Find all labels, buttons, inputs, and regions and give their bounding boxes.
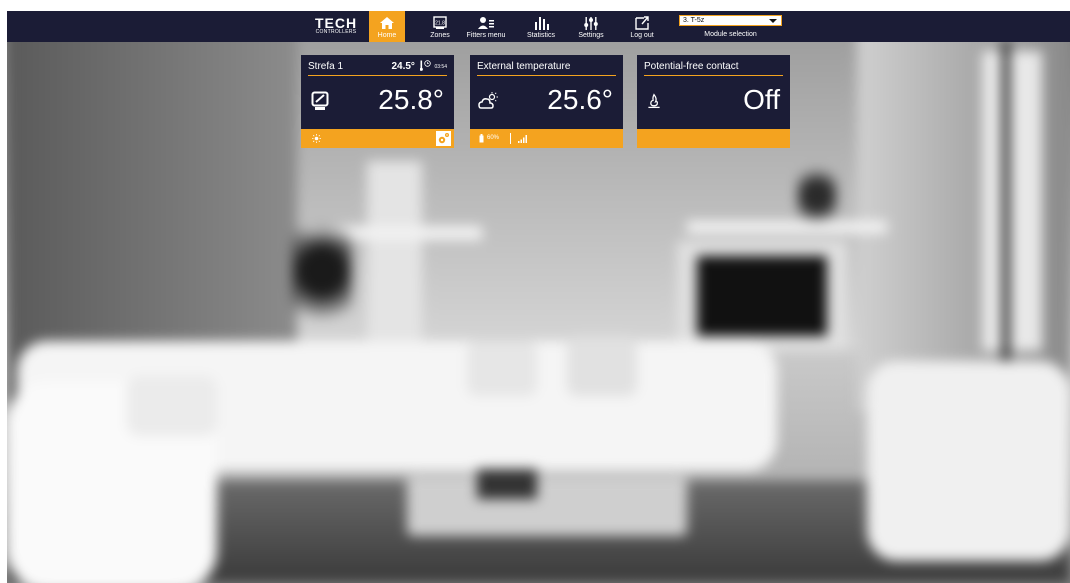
- statistics-icon: [535, 17, 549, 30]
- tile-divider: [644, 75, 783, 76]
- chevron-down-icon: [769, 19, 777, 23]
- nav-logout-label: Log out: [630, 32, 654, 39]
- zone-tile-footer: [301, 129, 454, 148]
- tech-logo[interactable]: TECH CONTROLLERS: [308, 15, 364, 36]
- nav-home-label: Home: [377, 32, 397, 39]
- external-temp-value: 25.6°: [547, 84, 613, 115]
- tile-divider: [477, 75, 616, 76]
- fitters-icon: [478, 17, 494, 29]
- external-temp-footer: 60%: [470, 129, 623, 148]
- contact-title: Potential-free contact: [644, 61, 739, 72]
- zone-set-temp: 24.5°: [391, 61, 415, 72]
- logo-subtext: CONTROLLERS: [315, 29, 357, 35]
- signal-icon: [518, 135, 527, 143]
- zone-name: Strefa 1: [308, 61, 344, 72]
- zone-settings-button[interactable]: [436, 131, 451, 146]
- nav-settings[interactable]: Settings: [575, 11, 607, 42]
- nav-statistics[interactable]: Statistics: [523, 11, 559, 42]
- zone-time: 03:54: [434, 64, 447, 70]
- nav-settings-label: Settings: [578, 32, 604, 39]
- app-screen: TECH CONTROLLERS Home 21.8 Zones Fitters…: [7, 11, 1070, 583]
- footer-separator: [510, 133, 511, 144]
- zone-tile-header: Strefa 1 24.5° 03:54: [308, 60, 449, 74]
- external-temp-tile[interactable]: External temperature 25.6° 60%: [470, 55, 623, 148]
- battery-icon: [479, 134, 484, 143]
- tile-divider: [308, 75, 447, 76]
- zones-icon: 21.8: [433, 16, 447, 29]
- nav-fitters-label: Fitters menu: [466, 32, 506, 39]
- nav-statistics-label: Statistics: [526, 32, 555, 39]
- module-select[interactable]: 3. T-5z: [679, 15, 782, 26]
- weather-icon: [478, 92, 498, 109]
- nav-logout[interactable]: Log out: [627, 11, 657, 42]
- battery-level: 60%: [487, 135, 500, 141]
- top-navbar: TECH CONTROLLERS Home 21.8 Zones Fitters…: [7, 11, 1070, 42]
- external-temp-title: External temperature: [477, 61, 571, 72]
- nav-zones-label: Zones: [430, 32, 450, 39]
- nav-fitters-menu[interactable]: Fitters menu: [459, 11, 513, 42]
- nav-zones[interactable]: 21.8 Zones: [425, 11, 455, 42]
- contact-tile[interactable]: Potential-free contact Off: [637, 55, 790, 148]
- room-sensor-icon: [311, 91, 329, 110]
- gear-icon: [438, 133, 449, 144]
- thermometer-clock-icon: [419, 60, 431, 71]
- zones-icon-text: 21.8: [435, 21, 445, 27]
- nav-home[interactable]: Home: [369, 11, 405, 42]
- zone-tile[interactable]: Strefa 1 24.5° 03:54 25.8°: [301, 55, 454, 148]
- contact-state: Off: [743, 84, 780, 115]
- settings-icon: [584, 17, 598, 30]
- sun-icon: [312, 134, 321, 143]
- logo-text: TECH: [314, 15, 358, 31]
- zone-current-temp: 25.8°: [378, 84, 444, 115]
- logout-icon: [635, 16, 649, 30]
- contact-footer: [637, 129, 790, 148]
- flame-icon: [648, 93, 660, 109]
- module-select-value: 3. T-5z: [683, 17, 705, 24]
- module-select-label: Module selection: [704, 31, 757, 38]
- home-icon: [380, 17, 394, 29]
